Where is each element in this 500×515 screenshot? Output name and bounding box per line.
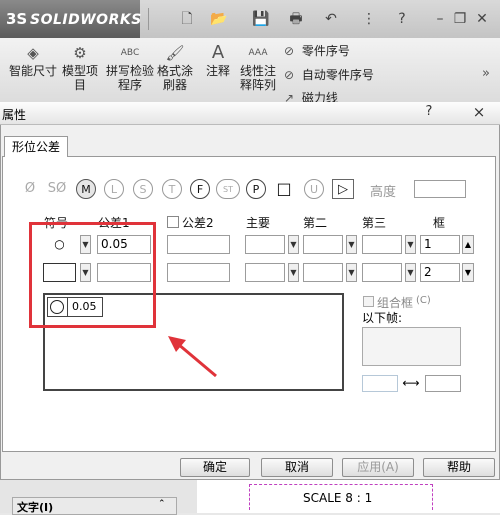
header-primary: 主要 <box>246 216 271 230</box>
linear-note-pattern-button[interactable]: AAA 线性注释阵列 <box>237 44 279 92</box>
ok-button[interactable]: 确定 <box>180 458 250 477</box>
linear-pattern-icon: AAA <box>248 48 268 58</box>
lmc-button[interactable]: L <box>104 179 124 199</box>
open-icon[interactable]: 📂 <box>210 10 228 28</box>
model-items-label: 模型项目 <box>61 64 98 92</box>
below-frame-box[interactable] <box>362 327 461 366</box>
below-frame-label: 以下帧: <box>362 311 403 325</box>
projected-zone-button[interactable]: P <box>246 179 266 199</box>
print-icon[interactable]: 🖶 <box>287 10 305 28</box>
highlight-box <box>29 222 156 328</box>
double-arrow-icon: ⟷ <box>402 376 420 390</box>
composite-frame-checkbox[interactable] <box>363 296 374 307</box>
auto-balloon-icon: ⊘ <box>284 68 295 82</box>
note-button[interactable]: A 注释 <box>202 42 234 79</box>
header-frame: 框 <box>433 216 446 230</box>
more-symbols-button[interactable]: ▷ <box>332 179 354 199</box>
mmc-button[interactable]: M <box>76 179 96 199</box>
secondary-input-row2[interactable] <box>303 263 343 282</box>
frame-spin-up[interactable]: ▲ <box>462 235 474 254</box>
magnetic-line-button[interactable]: ↗ 磁力线 <box>284 89 338 102</box>
balloon-label: 零件序号 <box>301 44 350 58</box>
frame-spin-down[interactable]: ▼ <box>462 263 474 282</box>
tolerance2-checkbox[interactable] <box>167 216 179 228</box>
apply-button[interactable]: 应用(A) <box>342 458 414 477</box>
balloon-button[interactable]: ⊘ 零件序号 <box>284 42 350 59</box>
frame-gap-left-input[interactable] <box>362 375 398 392</box>
app-logo-text: SOLIDWORKS <box>30 12 142 28</box>
spherical-diameter-button[interactable]: SØ <box>44 179 70 199</box>
header-tertiary: 第三 <box>362 216 387 230</box>
traffic-light-icon[interactable]: ⋮ <box>362 10 376 28</box>
ribbon-more-icon[interactable]: » <box>482 66 490 81</box>
height-input[interactable] <box>414 180 466 198</box>
primary-input-row2[interactable] <box>245 263 285 282</box>
primary-dropdown-row1[interactable]: ▼ <box>288 235 299 254</box>
undo-icon[interactable]: ↶ <box>322 10 340 28</box>
spell-checker-button[interactable]: ABC 拼写检验程序 <box>106 44 154 92</box>
height-label: 高度 <box>370 185 397 200</box>
format-painter-label: 格式涂刷器 <box>156 64 193 92</box>
secondary-input-row1[interactable] <box>303 235 343 254</box>
help-button[interactable]: 帮助 <box>423 458 495 477</box>
linear-note-pattern-label: 线性注释阵列 <box>239 64 276 92</box>
format-painter-button[interactable]: 🖌 格式涂刷器 <box>155 44 195 92</box>
primary-dropdown-row2[interactable]: ▼ <box>288 263 299 282</box>
smart-dimension-button[interactable]: ◈ 智能尺寸 <box>8 44 58 78</box>
toolbar-divider <box>140 8 149 30</box>
secondary-dropdown-row2[interactable]: ▼ <box>346 263 357 282</box>
dialog-title: 属性 <box>2 108 27 122</box>
unequal-button[interactable]: U <box>304 179 324 199</box>
statistical-button[interactable]: ST <box>216 179 240 199</box>
cancel-button[interactable]: 取消 <box>261 458 333 477</box>
tertiary-dropdown-row2[interactable]: ▼ <box>405 263 416 282</box>
tab-geometric-tolerance[interactable]: 形位公差 <box>4 136 68 157</box>
note-icon: A <box>211 42 225 63</box>
note-label: 注释 <box>205 64 230 78</box>
save-icon[interactable]: 💾 <box>252 10 270 28</box>
balloon-icon: ⊘ <box>284 44 295 58</box>
primary-input-row1[interactable] <box>245 235 285 254</box>
scale-note[interactable]: SCALE 8 : 1 <box>303 491 372 505</box>
dialog-help-icon[interactable]: ? <box>420 104 438 120</box>
tangent-plane-button[interactable]: T <box>162 179 182 199</box>
ds-logo-icon: 3S <box>6 10 28 28</box>
help-menu-icon[interactable]: ? <box>393 10 411 28</box>
brush-icon: 🖌 <box>165 44 185 62</box>
auto-balloon-label: 自动零件序号 <box>301 68 374 82</box>
tolerance2-input-row2[interactable] <box>167 263 230 282</box>
composite-frame-shortcut: (C) <box>416 295 431 306</box>
smart-dimension-icon: ◈ <box>27 44 39 62</box>
model-items-button[interactable]: ⚙ 模型项目 <box>58 44 102 92</box>
frame-input-row2[interactable]: 2 <box>420 263 460 282</box>
restore-icon[interactable]: ❐ <box>452 10 468 28</box>
frame-input-row1[interactable]: 1 <box>420 235 460 254</box>
smart-dimension-label: 智能尺寸 <box>8 64 57 78</box>
magnetic-line-icon: ↗ <box>284 91 295 102</box>
tertiary-input-row2[interactable] <box>362 263 402 282</box>
tertiary-input-row1[interactable] <box>362 235 402 254</box>
header-secondary: 第二 <box>303 216 328 230</box>
model-items-icon: ⚙ <box>73 44 87 62</box>
magnetic-line-label: 磁力线 <box>301 91 338 102</box>
tolerance2-input-row1[interactable] <box>167 235 230 254</box>
secondary-dropdown-row1[interactable]: ▼ <box>346 235 357 254</box>
close-app-icon[interactable]: ✕ <box>474 10 490 28</box>
tertiary-dropdown-row1[interactable]: ▼ <box>405 235 416 254</box>
annotation-arrow-icon <box>168 336 217 378</box>
new-document-icon[interactable]: 🗋 <box>178 10 196 28</box>
diameter-symbol-button[interactable]: Ø <box>20 179 40 199</box>
collapse-icon[interactable]: ⌃ <box>158 499 166 509</box>
dialog-close-icon[interactable]: × <box>470 104 488 120</box>
free-state-button[interactable]: F <box>190 179 210 199</box>
auto-balloon-button[interactable]: ⊘ 自动零件序号 <box>284 66 374 83</box>
header-tolerance2: 公差2 <box>182 216 214 230</box>
frame-gap-right-input[interactable] <box>425 375 461 392</box>
spell-checker-label: 拼写检验程序 <box>106 64 155 92</box>
spell-check-icon: ABC <box>120 48 140 58</box>
square-symbol-button[interactable]: □ <box>274 179 294 199</box>
rfs-button[interactable]: S <box>133 179 153 199</box>
minimize-icon[interactable]: – <box>432 10 448 28</box>
